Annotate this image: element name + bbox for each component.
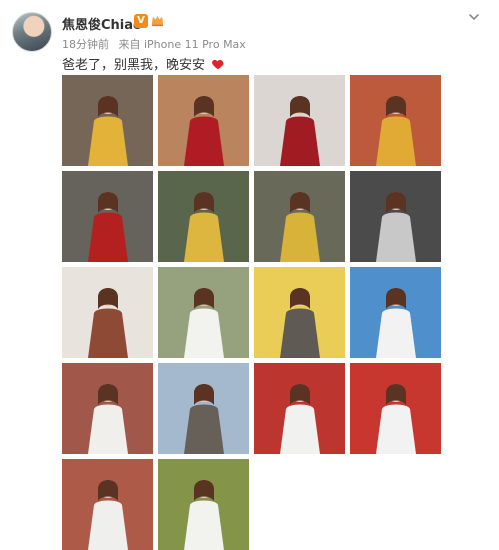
photo-white-dress-blue-sky[interactable] [350, 267, 441, 358]
photo-black-and-white-forest[interactable] [350, 171, 441, 262]
photo-white-dress-garden[interactable] [158, 459, 249, 550]
photo-yellow-sweater-brick-wall[interactable] [62, 75, 153, 166]
heart-icon [212, 59, 224, 70]
photo-white-dress-arch[interactable] [62, 363, 153, 454]
photo-yellow-sweater-tree[interactable] [158, 171, 249, 262]
post-source: 来自 iPhone 11 Pro Max [118, 38, 246, 51]
post-time: 18分钟前 [62, 38, 109, 51]
verified-badge: V [134, 14, 148, 28]
username[interactable]: 焦恩俊Chiao [62, 14, 142, 33]
photo-grid [62, 75, 441, 550]
photo-white-dress-red-wall[interactable] [254, 363, 345, 454]
photo-yellow-sweater-portrait[interactable] [350, 75, 441, 166]
photo-red-dress-trees[interactable] [62, 171, 153, 262]
post-meta: 18分钟前 来自 iPhone 11 Pro Max [62, 36, 246, 52]
chevron-down-icon[interactable] [467, 10, 481, 24]
photo-red-dress-steps[interactable] [254, 75, 345, 166]
photo-white-dress-sitting-grass[interactable] [158, 267, 249, 358]
photo-red-dress-doorway[interactable] [158, 75, 249, 166]
vip-crown-icon [151, 15, 164, 27]
photo-white-dress-arch-path[interactable] [62, 459, 153, 550]
post-text-container: 爸老了，别黑我，晚安安 [62, 54, 225, 73]
photo-grey-dress-lavender[interactable] [158, 363, 249, 454]
photo-white-dress-close-up[interactable] [62, 267, 153, 358]
user-avatar[interactable] [12, 12, 52, 52]
photo-white-dress-red-pavilion[interactable] [350, 363, 441, 454]
post-text: 爸老了，别黑我，晚安安 [62, 58, 206, 73]
photo-grey-dress-yellow-wall[interactable] [254, 267, 345, 358]
photo-yellow-sweater-forest[interactable] [254, 171, 345, 262]
